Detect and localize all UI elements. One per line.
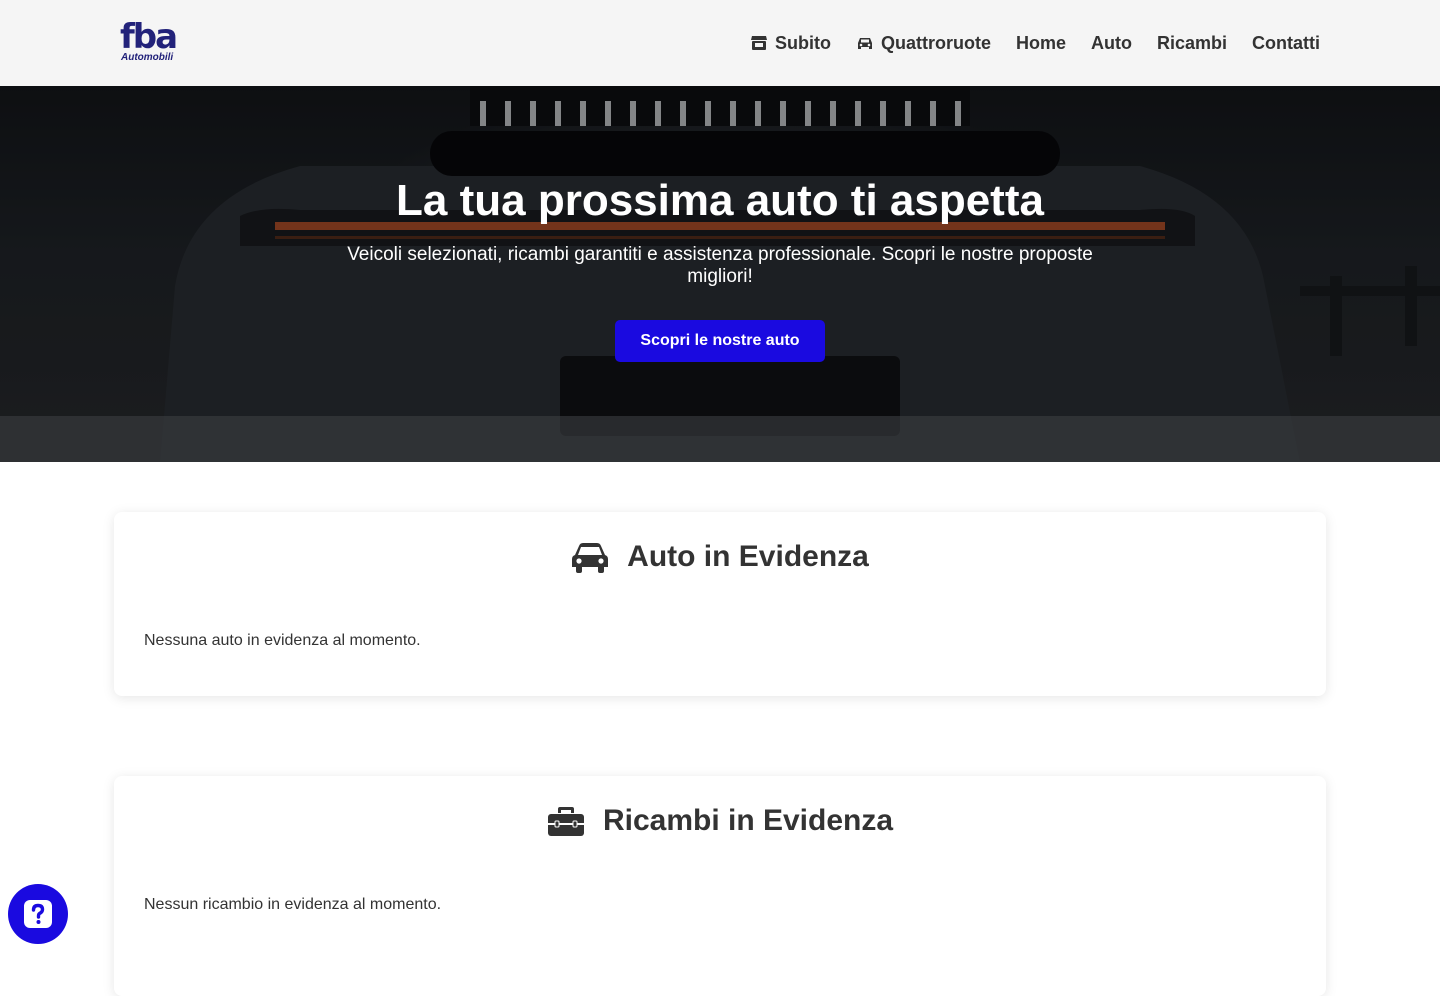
question-icon <box>24 900 52 928</box>
nav-label: Quattroruote <box>880 32 991 53</box>
nav-item-ricambi[interactable]: Ricambi <box>1157 33 1227 54</box>
nav-label: Subito <box>774 32 831 53</box>
nav-item-quattroruote[interactable]: Quattroruote <box>856 33 991 54</box>
discover-cars-button[interactable]: Scopri le nostre auto <box>615 320 825 362</box>
nav-label: Ricambi <box>1156 32 1228 53</box>
empty-message: Nessuna auto in evidenza al momento. <box>144 632 421 649</box>
nav-item-auto[interactable]: Auto <box>1091 33 1132 54</box>
toolbox-icon <box>547 807 584 836</box>
car-icon <box>572 543 609 573</box>
featured-parts-card: Ricambi in Evidenza Nessun ricambio in e… <box>114 776 1326 996</box>
nav-item-contatti[interactable]: Contatti <box>1252 33 1320 54</box>
nav-label: Auto <box>1091 32 1132 53</box>
hero-title: La tua prossima auto ti aspetta <box>396 176 1044 225</box>
nav-item-subito[interactable]: Subito <box>750 33 831 54</box>
brand-logo[interactable]: fba Automobili <box>120 20 184 66</box>
featured-cars-card: Auto in Evidenza Nessuna auto in evidenz… <box>114 512 1326 696</box>
shop-icon <box>750 36 767 50</box>
site-header: fba Automobili Subito Quattroruote Home <box>0 0 1440 86</box>
nav-label: Contatti <box>1252 32 1320 53</box>
section-title: Auto in Evidenza <box>627 540 869 573</box>
nav-item-home[interactable]: Home <box>1016 33 1066 54</box>
nav-label: Home <box>1015 32 1066 53</box>
help-widget-button[interactable] <box>8 884 68 944</box>
hero-subtitle: Veicoli selezionati, ricambi garantiti e… <box>347 244 1093 287</box>
empty-message: Nessun ricambio in evidenza al momento. <box>144 896 442 913</box>
section-title: Ricambi in Evidenza <box>602 804 894 837</box>
hero-banner: La tua prossima auto ti aspetta Veicoli … <box>0 86 1440 462</box>
main-nav: Subito Quattroruote Home Auto Ricambi Co… <box>750 0 1320 86</box>
featured-cars-heading: Auto in Evidenza <box>114 540 1326 574</box>
featured-parts-heading: Ricambi in Evidenza <box>114 804 1326 838</box>
logo-text: fba <box>120 17 178 57</box>
logo-subtext: Automobili <box>121 52 174 63</box>
car-icon <box>857 38 872 49</box>
